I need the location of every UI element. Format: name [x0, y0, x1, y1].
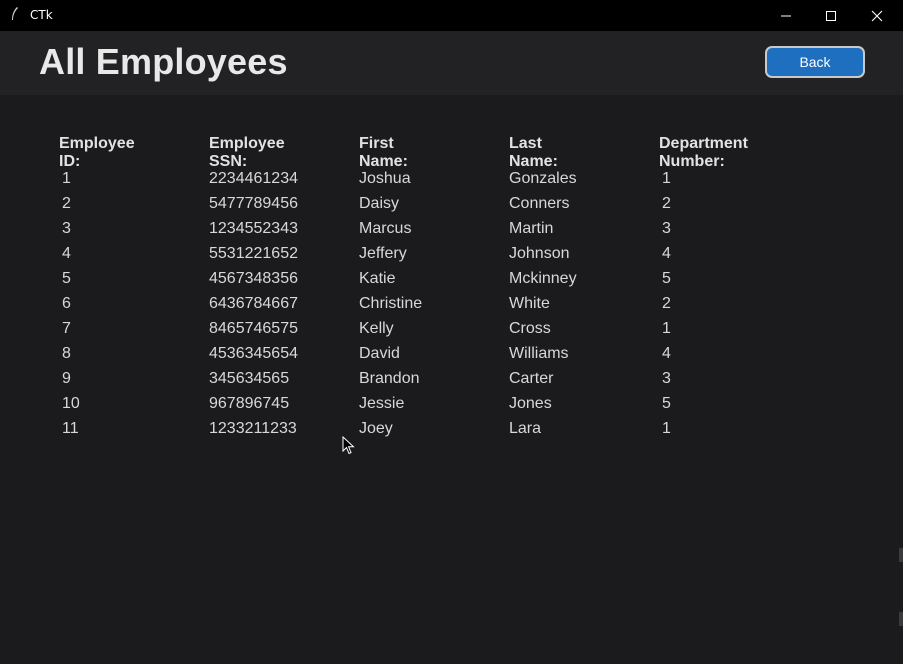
column-header-first-name: First Name: [359, 135, 408, 170]
cell-department-number: 3 [662, 370, 671, 387]
page-header: All Employees Back [0, 31, 903, 95]
cell-employee-id: 2 [62, 195, 71, 212]
cell-last-name: Lara [509, 420, 542, 437]
cell-first-name: Marcus [359, 220, 412, 237]
cell-department-number: 5 [662, 270, 671, 287]
cell-department-number: 1 [662, 420, 671, 437]
cell-last-name: White [509, 295, 550, 312]
cell-employee-id: 1 [62, 170, 71, 187]
cell-department-number: 1 [662, 170, 671, 187]
window-titlebar[interactable]: CTk [0, 0, 903, 31]
cell-employee-ssn: 8465746575 [209, 320, 298, 337]
window-title: CTk [30, 8, 53, 22]
mouse-cursor-icon [342, 436, 355, 455]
cell-department-number: 1 [662, 320, 671, 337]
maximize-button[interactable] [808, 0, 854, 31]
cell-employee-ssn: 1233211233 [209, 420, 297, 437]
cell-employee-ssn: 4536345654 [209, 345, 298, 362]
cell-employee-ssn: 967896745 [209, 395, 290, 412]
minimize-icon [781, 15, 791, 16]
cell-employee-id: 4 [62, 245, 71, 262]
cell-last-name: Cross [509, 320, 551, 337]
cell-first-name: Kelly [359, 320, 394, 337]
cell-department-number: 4 [662, 245, 671, 262]
cell-last-name: Williams [509, 345, 569, 362]
cell-first-name: Joshua [359, 170, 411, 187]
minimize-button[interactable] [763, 0, 809, 31]
cell-last-name: Conners [509, 195, 570, 212]
cell-first-name: Christine [359, 295, 423, 312]
cell-employee-ssn: 2234461234 [209, 170, 298, 187]
cell-employee-id: 10 [62, 395, 80, 412]
cell-employee-id: 11 [62, 420, 79, 437]
cell-first-name: Daisy [359, 195, 400, 212]
cell-employee-id: 3 [62, 220, 71, 237]
cell-employee-ssn: 4567348356 [209, 270, 298, 287]
page-title: All Employees [39, 41, 288, 82]
cell-department-number: 3 [662, 220, 671, 237]
cell-department-number: 4 [662, 345, 671, 362]
cell-employee-id: 9 [62, 370, 71, 387]
window-edge-mark [899, 612, 903, 626]
maximize-icon [826, 10, 836, 21]
column-header-employee-id: Employee ID: [59, 135, 135, 170]
cell-employee-id: 6 [62, 295, 71, 312]
cell-first-name: Joey [359, 420, 393, 437]
cell-last-name: Carter [509, 370, 554, 387]
cell-first-name: Katie [359, 270, 396, 287]
close-button[interactable] [854, 0, 900, 31]
cell-last-name: Jones [509, 395, 552, 412]
column-header-last-name: Last Name: [509, 135, 558, 170]
cell-first-name: Jessie [359, 395, 405, 412]
back-button[interactable]: Back [765, 46, 865, 78]
cell-employee-id: 8 [62, 345, 71, 362]
cell-employee-ssn: 5477789456 [209, 195, 298, 212]
close-icon [871, 10, 883, 21]
cell-department-number: 2 [662, 295, 671, 312]
cell-employee-id: 5 [62, 270, 71, 287]
cell-employee-ssn: 345634565 [209, 370, 290, 387]
cell-first-name: Jeffery [359, 245, 407, 262]
cell-employee-id: 7 [62, 320, 71, 337]
cell-first-name: Brandon [359, 370, 420, 387]
cell-last-name: Martin [509, 220, 554, 237]
cell-department-number: 5 [662, 395, 671, 412]
cell-last-name: Gonzales [509, 170, 577, 187]
window-edge-mark [899, 548, 903, 562]
feather-icon [12, 7, 18, 20]
cell-employee-ssn: 5531221652 [209, 245, 298, 262]
cell-employee-ssn: 6436784667 [209, 295, 298, 312]
cell-employee-ssn: 1234552343 [209, 220, 298, 237]
cell-first-name: David [359, 345, 400, 362]
column-header-employee-ssn: Employee SSN: [209, 135, 285, 170]
cell-last-name: Johnson [509, 245, 570, 262]
cell-department-number: 2 [662, 195, 671, 212]
cell-last-name: Mckinney [509, 270, 577, 287]
column-header-department-number: Department Number: [659, 135, 748, 170]
